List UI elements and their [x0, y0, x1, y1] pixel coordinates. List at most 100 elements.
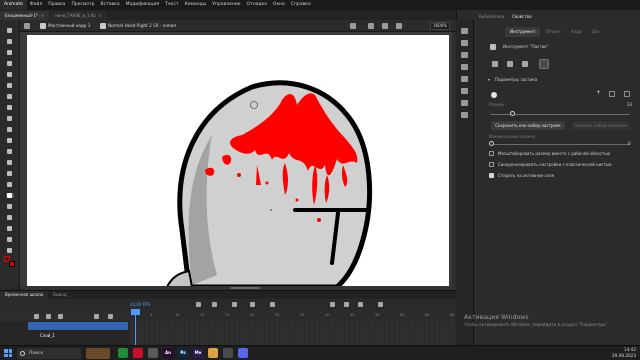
tab-library[interactable]: Библиотека: [475, 13, 508, 21]
erase-object-icon[interactable]: [507, 61, 513, 67]
menu-item[interactable]: Текст: [162, 0, 181, 10]
breadcrumb-symbol-2[interactable]: Normal Head Right 2 SX - копия: [108, 22, 176, 30]
play-icon[interactable]: [344, 302, 349, 307]
animate-icon[interactable]: An: [163, 348, 173, 358]
chrome-icon[interactable]: [118, 348, 128, 358]
frame-ruler[interactable]: 5 10 15 20 25 30 35 40 45 50 55 60 65: [130, 311, 456, 321]
menu-item[interactable]: Окно: [270, 0, 288, 10]
section-chevron-icon[interactable]: ▾: [488, 77, 490, 83]
history-icon[interactable]: [461, 112, 468, 118]
breadcrumb-symbol-1[interactable]: Монтажный кадр 1: [48, 22, 90, 30]
center-frame-icon[interactable]: [232, 302, 237, 307]
scroll-thumb[interactable]: [230, 287, 260, 289]
zoom-icon[interactable]: [6, 237, 14, 242]
tab-output[interactable]: Вывод: [48, 291, 71, 299]
lock-icon[interactable]: [108, 314, 113, 319]
paint-brush-icon[interactable]: [6, 149, 14, 154]
media-encoder-icon[interactable]: Me: [193, 348, 203, 358]
first-frame-icon[interactable]: [196, 302, 201, 307]
rectangle-icon[interactable]: [6, 105, 14, 110]
tab-document[interactable]: Док.: [587, 27, 606, 37]
lasso-icon[interactable]: [6, 61, 14, 66]
doc-tab-active[interactable]: Безымянный-1* ×: [0, 11, 50, 20]
files-icon[interactable]: [148, 348, 158, 358]
tab-tool[interactable]: Инструмент: [505, 27, 541, 37]
photoshop-icon[interactable]: Ps: [178, 348, 188, 358]
playhead[interactable]: [135, 309, 136, 346]
bone-icon[interactable]: [6, 160, 14, 165]
menu-item[interactable]: Отладка: [244, 0, 270, 10]
step-back-icon[interactable]: [330, 302, 335, 307]
shape-round-icon[interactable]: [491, 92, 497, 98]
center-stage-icon[interactable]: [382, 23, 388, 29]
doc-tab-inactive[interactable]: ничо_ГАНЗЕ_в_1.fla ×: [50, 11, 108, 20]
brush-icon[interactable]: [6, 138, 14, 143]
save-preset-button[interactable]: Сохранить как набор настроек: [491, 121, 565, 130]
min-size-slider-knob[interactable]: [489, 141, 494, 146]
properties-icon[interactable]: [461, 28, 468, 34]
fps-readout[interactable]: 24,00 FPS: [130, 302, 150, 307]
subselection-icon[interactable]: [6, 39, 14, 44]
new-folder-icon[interactable]: [46, 314, 51, 319]
camera-icon[interactable]: [6, 215, 14, 220]
tab-timeline[interactable]: Временная шкала: [0, 291, 49, 299]
crop-icon[interactable]: [368, 23, 374, 29]
opera-icon[interactable]: [133, 348, 143, 358]
delete-layer-icon[interactable]: [58, 314, 63, 319]
hand-icon[interactable]: [6, 226, 14, 231]
pencil-icon[interactable]: [6, 127, 14, 132]
tab-frame[interactable]: Кадр: [566, 27, 587, 37]
oval-icon[interactable]: [6, 116, 14, 121]
eye-icon[interactable]: [94, 314, 99, 319]
menu-item[interactable]: Просмотр: [68, 0, 97, 10]
free-transform-icon[interactable]: [6, 50, 14, 55]
new-layer-icon[interactable]: [34, 314, 39, 319]
prev-frame-icon[interactable]: [212, 302, 217, 307]
tab-properties[interactable]: Свойства: [508, 13, 536, 21]
zoom-field[interactable]: 1600%: [430, 22, 450, 30]
eraser-icon[interactable]: [6, 193, 14, 198]
delete-preset-button[interactable]: Удалить набор настроек: [572, 121, 630, 130]
align-icon[interactable]: [461, 76, 468, 82]
windows-start-icon[interactable]: [4, 349, 12, 357]
taskbar-search[interactable]: Поиск: [17, 348, 81, 359]
symbol-icon[interactable]: [350, 23, 356, 29]
stage-canvas[interactable]: [27, 35, 449, 287]
onion-skin-icon[interactable]: [250, 302, 255, 307]
close-icon[interactable]: ×: [41, 13, 44, 18]
menu-item[interactable]: Модификация: [123, 0, 163, 10]
add-preset-icon[interactable]: +: [596, 90, 601, 96]
pen-icon[interactable]: [6, 72, 14, 77]
transform-icon[interactable]: [461, 88, 468, 94]
preset-options-icon[interactable]: [624, 91, 630, 97]
fill-color-swatch[interactable]: [9, 261, 15, 267]
weather-widget[interactable]: [86, 348, 110, 359]
erase-mode-icon[interactable]: [492, 61, 498, 67]
settings-icon[interactable]: [223, 348, 233, 358]
sync-brush-checkbox[interactable]: [489, 162, 494, 167]
clip-icon[interactable]: [396, 23, 402, 29]
menu-item[interactable]: Правка: [45, 0, 68, 10]
text-icon[interactable]: [6, 83, 14, 88]
eyedropper-icon[interactable]: [6, 182, 14, 187]
line-icon[interactable]: [6, 94, 14, 99]
min-size-slider[interactable]: [493, 144, 630, 145]
selection-icon[interactable]: [6, 28, 14, 33]
tab-object[interactable]: Объект: [540, 27, 566, 37]
min-size-value[interactable]: 0: [628, 141, 631, 147]
menu-item[interactable]: Файл: [27, 0, 45, 10]
eraser-selected-icon[interactable]: [539, 59, 549, 69]
erase-active-layer-checkbox[interactable]: [489, 173, 494, 178]
step-forward-icon[interactable]: [358, 302, 363, 307]
explorer-icon[interactable]: [208, 348, 218, 358]
more-tools-icon[interactable]: [6, 248, 14, 253]
system-tray[interactable]: 14:42 29.08.2023: [612, 347, 636, 359]
section-title[interactable]: Параметры ластика: [495, 77, 537, 83]
loop-icon[interactable]: [378, 302, 383, 307]
close-icon[interactable]: ×: [99, 13, 102, 18]
paint-bucket-icon[interactable]: [6, 171, 14, 176]
eraser-brush-icon[interactable]: [522, 61, 528, 67]
menu-item[interactable]: Команды: [182, 0, 210, 10]
color-icon[interactable]: [461, 52, 468, 58]
info-icon[interactable]: [461, 100, 468, 106]
